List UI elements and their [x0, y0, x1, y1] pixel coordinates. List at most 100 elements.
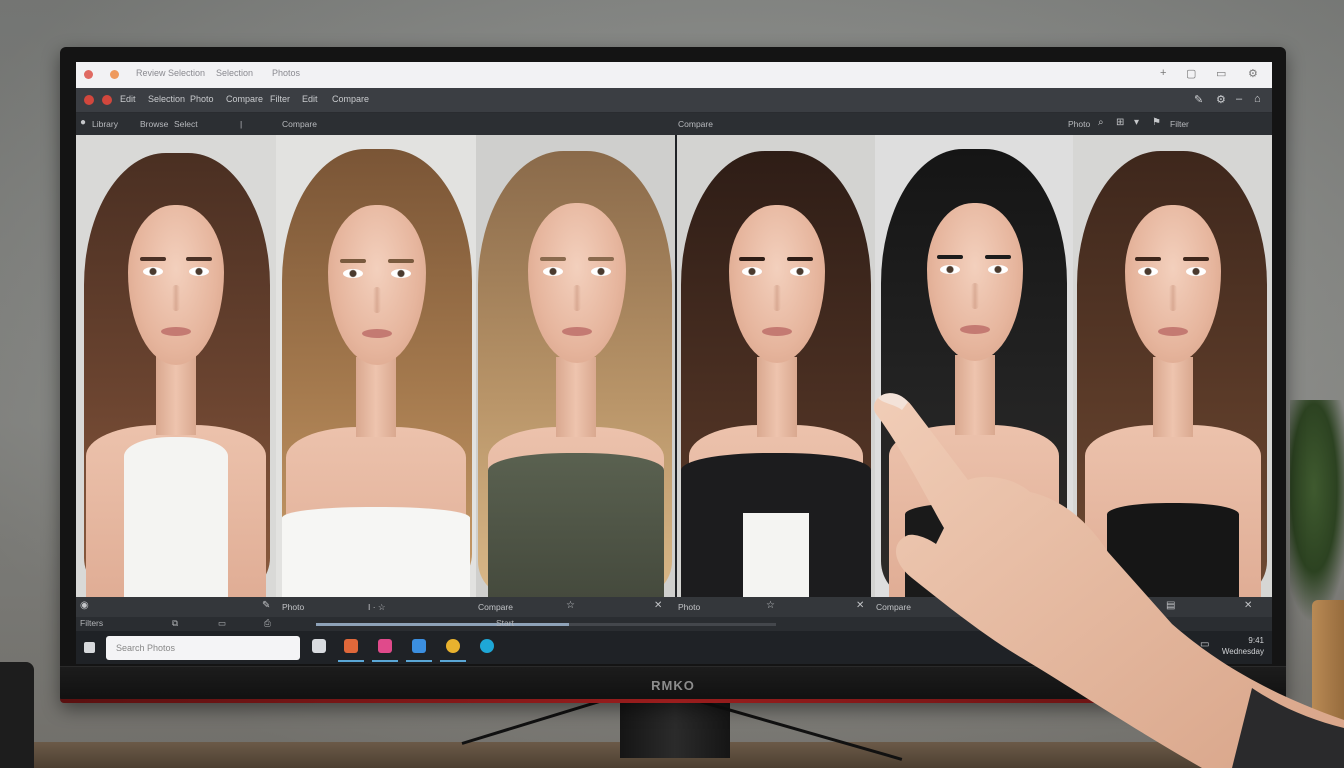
close-icon[interactable]: ✕: [856, 600, 864, 611]
menu-compare[interactable]: Compare: [226, 94, 263, 104]
status-start: Start: [496, 618, 514, 628]
taskbar-search[interactable]: Search Photos: [106, 636, 300, 660]
edit-icon[interactable]: ✎: [262, 600, 270, 611]
plant: [1290, 400, 1344, 620]
breadcrumb-compare[interactable]: Compare: [282, 119, 317, 129]
menu-photo[interactable]: Photo: [190, 94, 214, 104]
layers-icon[interactable]: ⧉: [172, 618, 178, 629]
nose: [773, 285, 781, 311]
status-filters[interactable]: Filters: [80, 618, 103, 628]
tab-selection[interactable]: Selection: [216, 68, 253, 78]
gear-icon[interactable]: ⚙: [1216, 93, 1226, 106]
photo-thumbnail-6[interactable]: [1073, 135, 1272, 597]
wifi-icon[interactable]: ◠: [1168, 639, 1177, 650]
record-icon[interactable]: [84, 95, 94, 105]
olive-shirt: [488, 453, 664, 597]
breadcrumb-select[interactable]: Select: [174, 119, 198, 129]
right-pane-title[interactable]: Compare: [678, 119, 713, 129]
white-top: [743, 513, 809, 597]
photo-thumbnail-3[interactable]: [476, 135, 675, 597]
menu-edit-2[interactable]: Edit: [302, 94, 318, 104]
pane-header-bar: ● Library Browse Select | Compare Compar…: [76, 113, 1272, 135]
paint-app-icon[interactable]: [378, 639, 392, 653]
volume-icon[interactable]: ◁: [1184, 639, 1192, 650]
camera-icon[interactable]: ◉: [80, 600, 89, 611]
menu-edit[interactable]: Edit: [120, 94, 136, 104]
settings-icon[interactable]: ⚙: [1248, 67, 1258, 80]
menu-filter[interactable]: Filter: [270, 94, 290, 104]
tab-photos[interactable]: Photos: [272, 68, 300, 78]
close-icon[interactable]: [84, 70, 93, 79]
eye: [189, 267, 209, 276]
share-icon[interactable]: ▢: [1186, 67, 1196, 80]
menu-selection[interactable]: Selection: [148, 94, 185, 104]
eye: [591, 267, 611, 276]
photo-thumbnail-4[interactable]: [677, 135, 875, 597]
crop-icon[interactable]: ⊞: [1116, 117, 1124, 128]
print-icon[interactable]: ⎙: [264, 618, 271, 629]
eye: [1138, 267, 1158, 276]
star-icon[interactable]: ☆: [566, 600, 575, 611]
filter-icon[interactable]: ▾: [1134, 117, 1139, 128]
file-explorer-icon[interactable]: [312, 639, 326, 653]
add-icon[interactable]: +: [1160, 67, 1166, 79]
caption-rating: I · ☆: [368, 602, 386, 612]
monitor: Review Selection Selection Photos + ▢ ▭ …: [60, 47, 1286, 703]
window-icon[interactable]: ▭: [1216, 67, 1226, 80]
pen-icon[interactable]: ✎: [1194, 93, 1203, 106]
photo-thumbnail-5[interactable]: [875, 135, 1073, 597]
black-top: [905, 503, 1043, 597]
close-icon[interactable]: ✕: [1244, 600, 1252, 611]
taskbar: Search Photos ◠ ◁ ▭ 9:41 Wednesday: [76, 631, 1272, 664]
zoom-icon[interactable]: ⌕: [1098, 117, 1104, 128]
active-indicator: [406, 660, 432, 662]
caption-compare-2[interactable]: Compare: [876, 602, 911, 612]
right-tool-filter[interactable]: Filter: [1170, 119, 1189, 129]
neck: [1153, 357, 1193, 437]
progress-fill: [316, 623, 569, 626]
flag-icon[interactable]: ⚑: [1152, 117, 1161, 128]
breadcrumb-browse[interactable]: Browse: [140, 119, 168, 129]
screen: Review Selection Selection Photos + ▢ ▭ …: [76, 62, 1272, 664]
caption-photo-2[interactable]: Photo: [678, 602, 700, 612]
start-button[interactable]: [84, 642, 95, 653]
brow: [739, 257, 765, 261]
photo-thumbnail-1[interactable]: [76, 135, 276, 597]
eye: [790, 267, 810, 276]
note-icon[interactable]: ▭: [218, 618, 226, 629]
skype-icon[interactable]: [480, 639, 494, 653]
left-pane-title[interactable]: Library: [92, 119, 118, 129]
black-top: [1107, 503, 1239, 597]
neck: [356, 357, 396, 437]
chrome-icon[interactable]: [446, 639, 460, 653]
eye: [543, 267, 563, 276]
viewer-app-icon[interactable]: [412, 639, 426, 653]
monitor-brand-logo: RMKO: [651, 678, 695, 693]
brow: [985, 255, 1011, 259]
battery-icon[interactable]: ▭: [1200, 639, 1209, 650]
caption-compare[interactable]: Compare: [478, 602, 513, 612]
menu-compare-2[interactable]: Compare: [332, 94, 369, 104]
photo-thumbnail-2[interactable]: [276, 135, 476, 597]
stop-icon[interactable]: [102, 95, 112, 105]
minimize-icon[interactable]: [110, 70, 119, 79]
home-icon[interactable]: ⌂: [1254, 93, 1261, 105]
neck: [556, 357, 596, 437]
app-toolbar: Edit Selection Photo Compare Filter Edit…: [76, 88, 1272, 113]
taskbar-clock[interactable]: 9:41 Wednesday: [1222, 635, 1264, 657]
eye: [742, 267, 762, 276]
neck: [955, 355, 995, 435]
star-icon[interactable]: ☆: [766, 600, 775, 611]
caption-photo-1[interactable]: Photo: [282, 602, 304, 612]
photos-app-icon[interactable]: [344, 639, 358, 653]
close-icon[interactable]: ✕: [654, 600, 662, 611]
photo-caption-bar: ◉ ✎ Photo I · ☆ Compare ☆ ✕ Photo ☆ ✕ Co…: [76, 597, 1272, 617]
trash-icon[interactable]: ▤: [1166, 600, 1175, 611]
progress-track: [316, 623, 776, 626]
clock-time: 9:41: [1248, 636, 1264, 645]
lips: [161, 327, 191, 336]
right-tool-photo[interactable]: Photo: [1068, 119, 1090, 129]
eye: [988, 265, 1008, 274]
tab-review[interactable]: Review Selection: [136, 68, 205, 78]
minimize-window-icon[interactable]: –: [1236, 93, 1242, 105]
